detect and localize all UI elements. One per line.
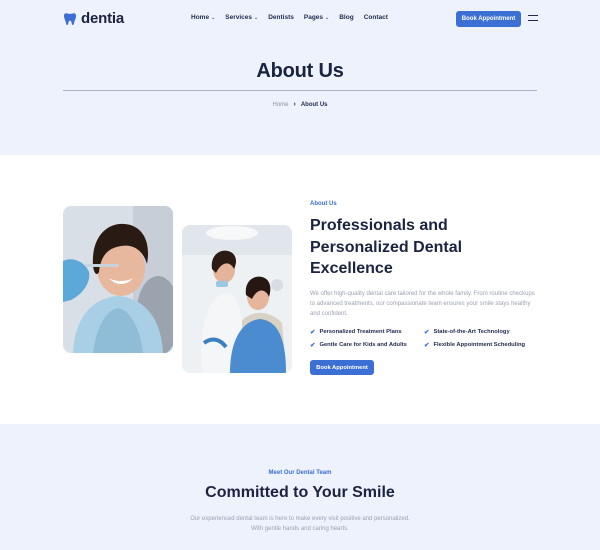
feature-label: Personalized Treatment Plans xyxy=(319,329,402,335)
feature-label: State-of-the-Art Technology xyxy=(433,329,510,335)
hamburger-icon[interactable] xyxy=(528,15,538,22)
nav-item-blog[interactable]: Blog xyxy=(339,14,353,21)
nav-item-services[interactable]: Services ⌄ xyxy=(225,14,258,21)
about-description: We offer high-quality dental care tailor… xyxy=(310,291,535,317)
chevron-down-icon: ⌄ xyxy=(211,14,216,21)
nav-item-home[interactable]: Home ⌄ xyxy=(191,14,215,21)
nav-label: Home xyxy=(191,14,210,21)
team-heading: Committed to Your Smile xyxy=(205,484,395,501)
feature-label: Gentle Care for Kids and Adults xyxy=(319,342,407,348)
chevron-down-icon: ⌄ xyxy=(254,14,259,21)
about-eyebrow: About Us xyxy=(310,201,337,207)
book-appointment-button[interactable]: Book Appointment xyxy=(456,11,521,27)
hero-section: dentia Home ⌄ Services ⌄ Dentists Pages ⌄ B… xyxy=(0,0,600,155)
brand-name: dentia xyxy=(81,10,124,27)
feature-item: ✔ Gentle Care for Kids and Adults xyxy=(310,341,424,349)
feature-item: ✔ Flexible Appointment Scheduling xyxy=(424,341,540,349)
feature-item: ✔ Personalized Treatment Plans xyxy=(310,328,424,336)
dentist-patient-photo xyxy=(63,206,173,353)
page-title: About Us xyxy=(256,60,344,82)
about-heading: Professionals and Personalized Dental Ex… xyxy=(310,217,463,277)
team-description-line: With gentle hands and caring hearts. xyxy=(251,526,349,532)
nav-label: Blog xyxy=(339,14,354,21)
team-eyebrow: Meet Our Dental Team xyxy=(268,470,332,476)
nav-label: Contact xyxy=(363,14,388,21)
feature-list: ✔ Personalized Treatment Plans ✔ State-o… xyxy=(310,328,540,349)
tooth-icon xyxy=(63,12,77,26)
chevron-down-icon: ⌄ xyxy=(325,14,330,21)
breadcrumb: Home › About Us xyxy=(0,101,600,108)
nav-item-dentists[interactable]: Dentists xyxy=(268,14,294,21)
main-nav: Home ⌄ Services ⌄ Dentists Pages ⌄ Blog Con… xyxy=(191,14,388,21)
check-icon: ✔ xyxy=(310,342,316,349)
feature-item: ✔ State-of-the-Art Technology xyxy=(424,328,540,336)
breadcrumb-home-link[interactable]: Home xyxy=(272,102,288,108)
nav-label: Services xyxy=(225,14,253,21)
check-icon: ✔ xyxy=(424,342,430,349)
breadcrumb-separator: › xyxy=(293,101,296,108)
feature-label: Flexible Appointment Scheduling xyxy=(433,342,526,348)
team-description: Our experienced dental team is here to m… xyxy=(0,514,600,534)
breadcrumb-current: About Us xyxy=(300,101,328,108)
nav-label: Dentists xyxy=(268,14,294,21)
team-description-line: Our experienced dental team is here to m… xyxy=(190,516,410,522)
nav-item-pages[interactable]: Pages ⌄ xyxy=(304,14,329,21)
about-book-appointment-button[interactable]: Book Appointment xyxy=(310,360,374,375)
nav-label: Pages xyxy=(303,14,324,21)
nav-item-contact[interactable]: Contact xyxy=(364,14,388,21)
check-icon: ✔ xyxy=(310,329,316,336)
divider xyxy=(63,90,537,91)
dental-clinic-photo xyxy=(182,225,292,373)
brand-logo[interactable]: dentia xyxy=(63,10,124,27)
check-icon: ✔ xyxy=(424,329,430,336)
